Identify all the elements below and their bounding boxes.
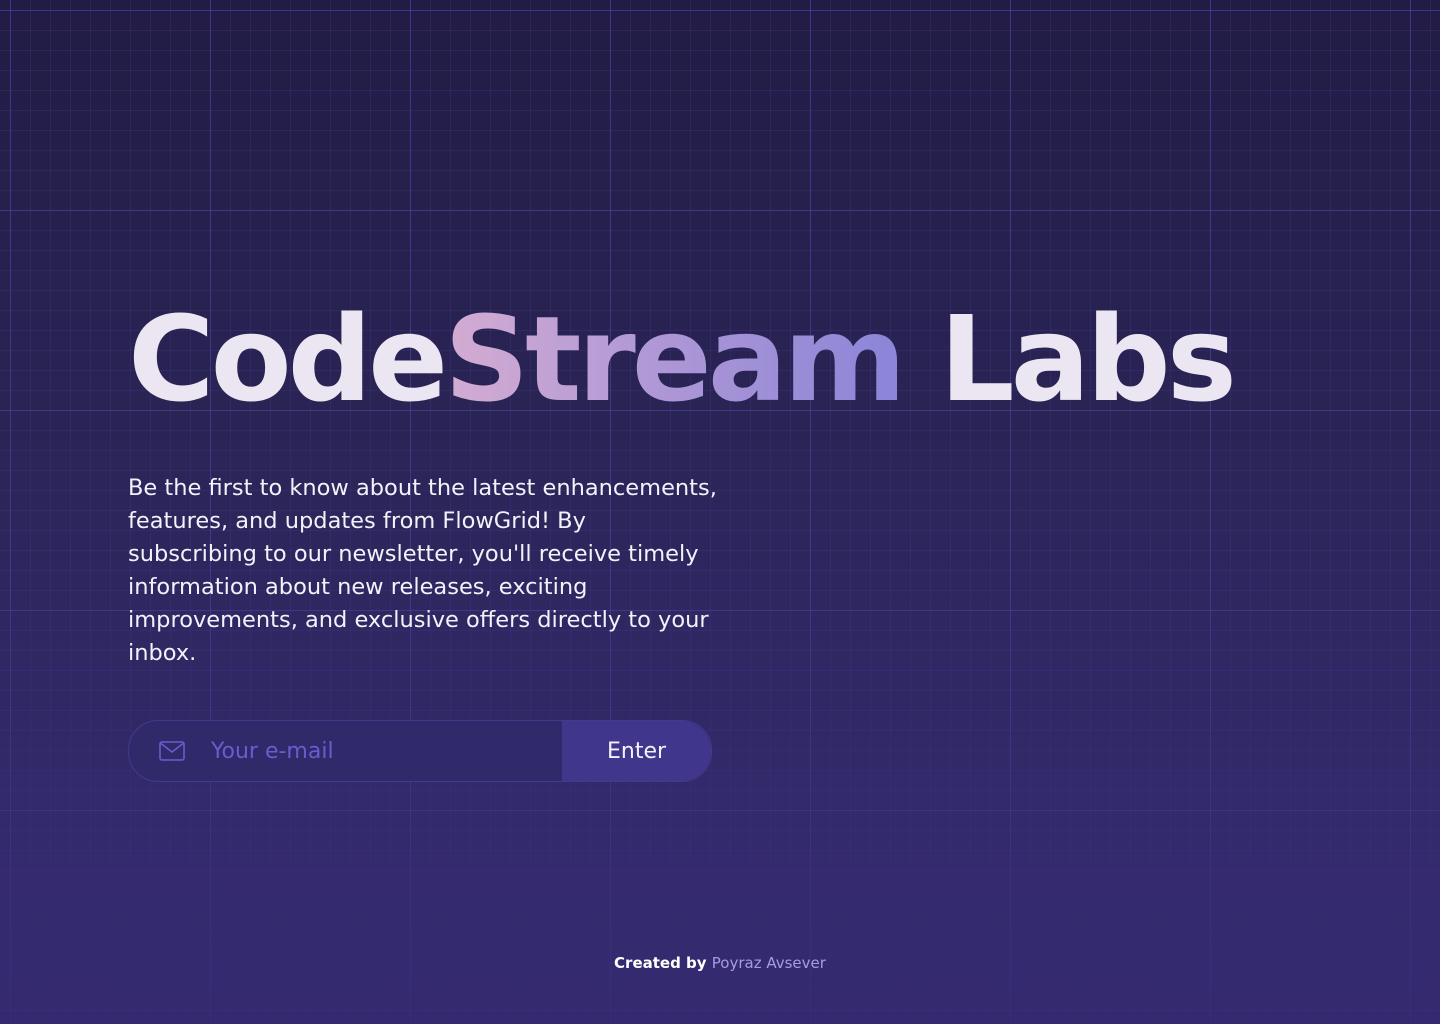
title-part-labs: Labs bbox=[902, 290, 1237, 428]
title-part-code: Code bbox=[128, 290, 448, 428]
mail-icon bbox=[159, 741, 185, 761]
enter-button[interactable]: Enter bbox=[562, 721, 711, 781]
email-field[interactable] bbox=[129, 721, 562, 781]
newsletter-description: Be the first to know about the latest en… bbox=[128, 475, 717, 666]
newsletter-form: Enter bbox=[128, 720, 712, 782]
footer: Created by Poyraz Avsever bbox=[0, 952, 1440, 974]
page-title: CodeStream Labs bbox=[128, 296, 1328, 422]
footer-created-by: Created by bbox=[614, 954, 712, 972]
hero-section: CodeStream Labs Be the first to know abo… bbox=[128, 296, 1328, 782]
title-part-stream: Stream bbox=[444, 290, 906, 428]
email-input[interactable] bbox=[209, 737, 562, 765]
author-link[interactable]: Poyraz Avsever bbox=[712, 954, 826, 972]
